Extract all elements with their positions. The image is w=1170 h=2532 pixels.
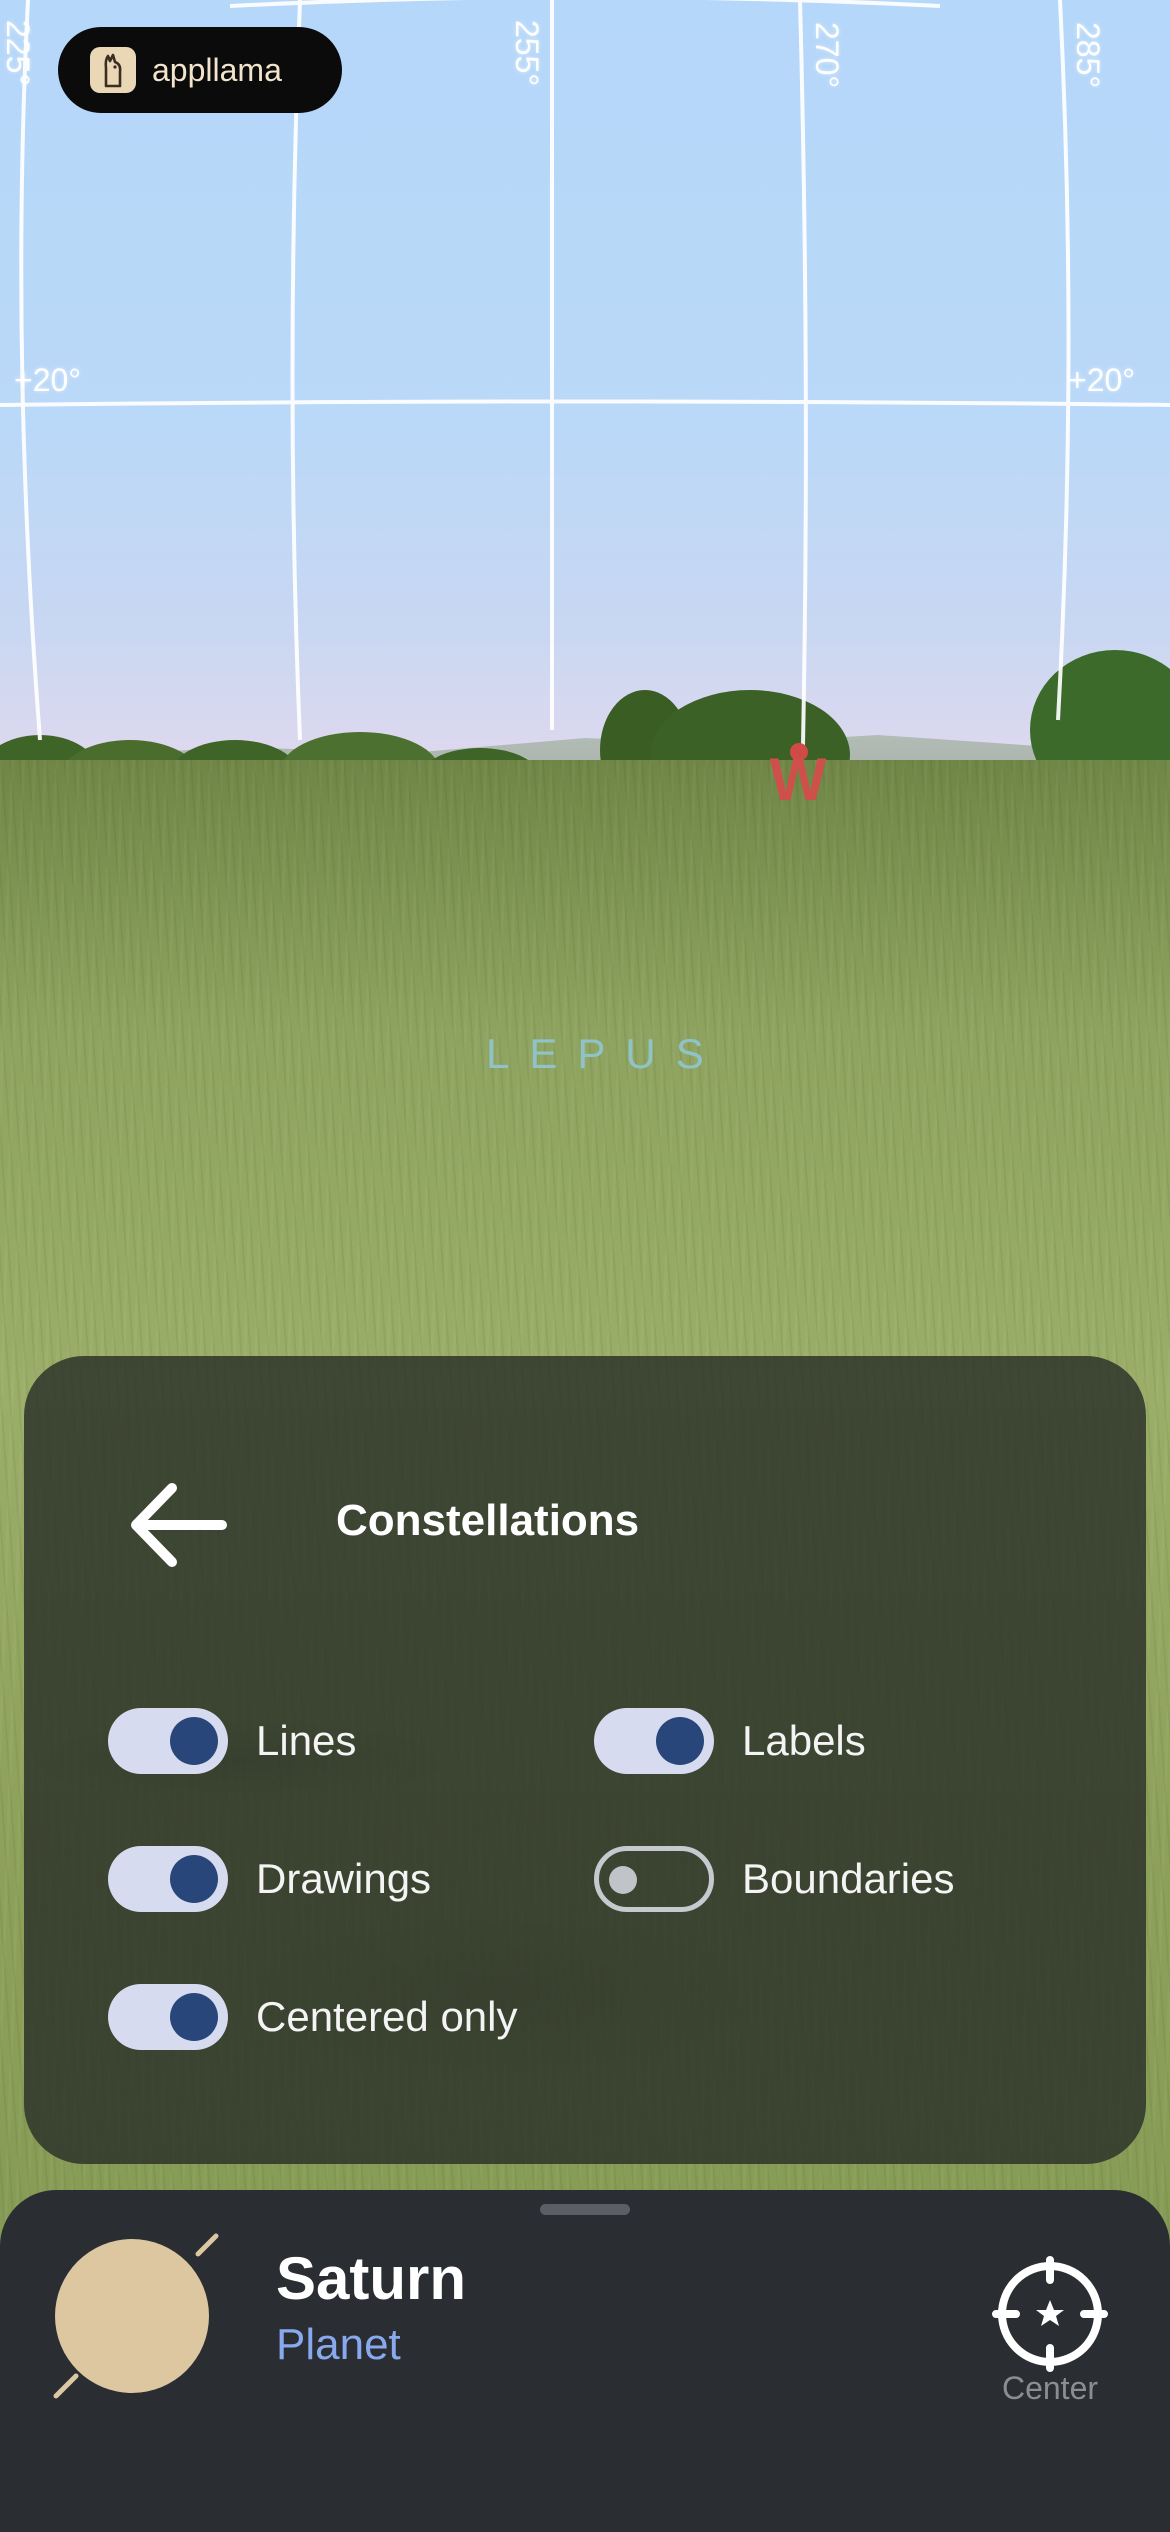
coordinate-grid [0, 0, 1170, 746]
toggle-label: Boundaries [742, 1855, 955, 1902]
center-button-label[interactable]: Center [980, 2370, 1120, 2407]
toggle-knob [656, 1717, 704, 1765]
azimuth-label: 225° [0, 20, 36, 87]
azimuth-label: 285° [1070, 22, 1106, 89]
object-name: Saturn [276, 2245, 467, 2312]
toggle-knob [170, 1993, 218, 2041]
toggle-label: Lines [256, 1717, 357, 1764]
toggle-label: Centered only [256, 1993, 518, 2040]
toggle-lines[interactable]: Lines [108, 1708, 356, 1774]
altitude-label-left: +20° [14, 362, 82, 398]
toggle-boundaries[interactable]: Boundaries [594, 1846, 954, 1912]
cardinal-west-label: W [769, 746, 827, 813]
llama-icon [90, 47, 136, 93]
toggle-label: Drawings [256, 1855, 432, 1902]
toggle-switch[interactable] [594, 1708, 714, 1774]
azimuth-label: 270° [809, 22, 845, 89]
toggle-switch[interactable] [108, 1708, 228, 1774]
brand-name: appllama [152, 51, 282, 88]
constellation-label[interactable]: LEPUS [486, 1030, 724, 1078]
back-button[interactable] [118, 1470, 248, 1580]
saturn-icon [53, 2233, 219, 2399]
brand-badge[interactable]: appllama [58, 27, 342, 113]
sheet-drag-handle[interactable] [540, 2204, 630, 2215]
azimuth-label: 255° [509, 20, 545, 87]
toggle-knob [170, 1855, 218, 1903]
panel-title: Constellations [336, 1496, 640, 1545]
toggle-label: Labels [742, 1717, 866, 1764]
toggle-switch[interactable] [594, 1846, 714, 1912]
toggle-labels[interactable]: Labels [594, 1708, 866, 1774]
toggle-drawings[interactable]: Drawings [108, 1846, 431, 1912]
toggle-centered-only[interactable]: Centered only [108, 1984, 518, 2050]
altitude-label-right: +20° [1068, 362, 1136, 398]
toggle-switch[interactable] [108, 1984, 228, 2050]
crosshair-star-icon[interactable] [990, 2254, 1110, 2374]
object-type: Planet [276, 2320, 401, 2369]
toggle-knob [609, 1866, 637, 1894]
arrow-left-icon [131, 1483, 227, 1567]
toggle-switch[interactable] [108, 1846, 228, 1912]
toggle-knob [170, 1717, 218, 1765]
